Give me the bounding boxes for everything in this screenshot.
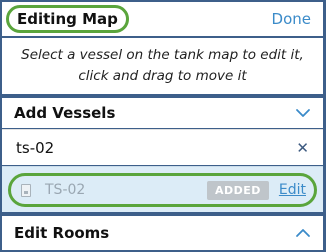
page-title: Editing Map: [6, 5, 129, 33]
vessel-search-field[interactable]: ts-02 ✕: [2, 129, 323, 165]
vessel-result-row[interactable]: TS-02 ADDED Edit: [8, 173, 317, 207]
chevron-up-icon: [296, 229, 310, 237]
page-title-label: Editing Map: [17, 10, 118, 28]
edit-vessel-link[interactable]: Edit: [279, 182, 306, 198]
close-icon[interactable]: ✕: [296, 139, 309, 157]
edit-rooms-header[interactable]: Edit Rooms: [2, 216, 323, 250]
instructions-text: Select a vessel on the tank map to edit …: [2, 38, 323, 94]
vessel-search-input[interactable]: ts-02: [16, 139, 54, 157]
header-bar: Editing Map Done: [2, 2, 323, 36]
map-editor-panel: Editing Map Done Select a vessel on the …: [2, 2, 323, 250]
vessel-icon: [21, 183, 31, 197]
edit-rooms-title: Edit Rooms: [14, 224, 110, 242]
done-button[interactable]: Done: [272, 10, 311, 28]
vessel-result-name: TS-02: [45, 182, 86, 198]
added-badge: ADDED: [206, 180, 269, 200]
add-vessels-title: Add Vessels: [14, 104, 116, 122]
add-vessels-header[interactable]: Add Vessels: [2, 98, 323, 128]
chevron-down-icon: [296, 109, 310, 117]
search-results: TS-02 ADDED Edit: [2, 166, 323, 212]
